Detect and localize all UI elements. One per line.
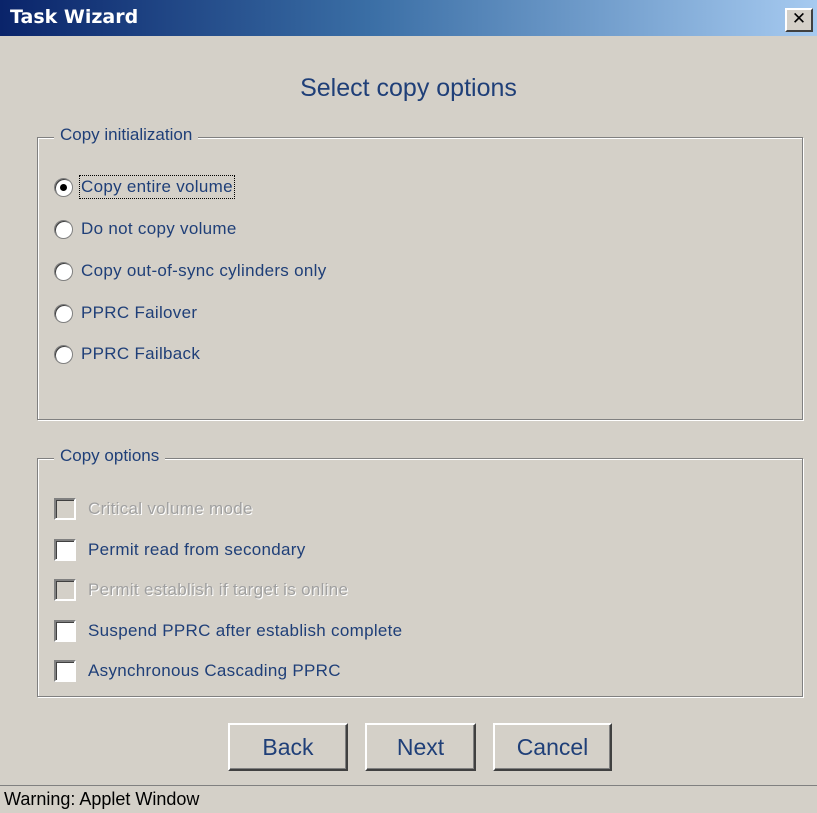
window-title: Task Wizard <box>10 6 139 28</box>
cancel-button[interactable]: Cancel <box>493 723 612 771</box>
checkbox-label: Permit read from secondary <box>88 540 306 559</box>
checkbox <box>54 498 76 520</box>
title-bar[interactable]: Task Wizard ✕ <box>0 0 817 36</box>
close-icon: ✕ <box>791 9 807 29</box>
checkbox <box>54 579 76 601</box>
radio-button[interactable] <box>54 261 73 281</box>
status-text: Warning: Applet Window <box>4 789 200 809</box>
copy-options-group: Copy options Critical volume mode Permit… <box>37 446 803 697</box>
checkbox-permit-read-from-secondary[interactable]: Permit read from secondary <box>54 536 306 564</box>
checkbox-label: Permit establish if target is online <box>88 580 349 599</box>
checkbox-critical-volume-mode: Critical volume mode <box>54 495 253 523</box>
status-bar: Warning: Applet Window <box>0 785 817 813</box>
radio-button[interactable] <box>54 303 73 323</box>
radio-label: Copy entire volume <box>79 175 235 199</box>
checkbox-permit-establish-if-online: Permit establish if target is online <box>54 576 348 604</box>
copy-initialization-legend: Copy initialization <box>54 125 199 145</box>
checkbox[interactable] <box>54 660 76 682</box>
copy-options-legend: Copy options <box>54 446 166 466</box>
back-button[interactable]: Back <box>228 723 348 771</box>
radio-button[interactable] <box>54 344 73 364</box>
radio-label: PPRC Failover <box>81 303 198 322</box>
radio-label: PPRC Failback <box>81 344 201 363</box>
radio-copy-entire-volume[interactable]: Copy entire volume <box>54 173 235 201</box>
checkbox-async-cascading-pprc[interactable]: Asynchronous Cascading PPRC <box>54 657 341 685</box>
radio-button-selected[interactable] <box>54 177 73 197</box>
radio-label: Do not copy volume <box>81 219 237 238</box>
next-button[interactable]: Next <box>365 723 476 771</box>
radio-button[interactable] <box>54 219 73 239</box>
checkbox-label: Asynchronous Cascading PPRC <box>88 661 341 680</box>
close-button[interactable]: ✕ <box>785 8 813 32</box>
radio-copy-out-of-sync[interactable]: Copy out-of-sync cylinders only <box>54 257 327 285</box>
dialog-heading: Select copy options <box>300 74 517 102</box>
checkbox-suspend-pprc[interactable]: Suspend PPRC after establish complete <box>54 617 402 645</box>
checkbox[interactable] <box>54 620 76 642</box>
checkbox-label: Suspend PPRC after establish complete <box>88 621 403 640</box>
radio-do-not-copy-volume[interactable]: Do not copy volume <box>54 215 237 243</box>
radio-label: Copy out-of-sync cylinders only <box>81 261 327 280</box>
checkbox-label: Critical volume mode <box>88 499 253 518</box>
copy-initialization-group: Copy initialization Copy entire volume D… <box>37 125 803 420</box>
checkbox[interactable] <box>54 539 76 561</box>
radio-pprc-failover[interactable]: PPRC Failover <box>54 299 197 327</box>
radio-pprc-failback[interactable]: PPRC Failback <box>54 340 200 368</box>
